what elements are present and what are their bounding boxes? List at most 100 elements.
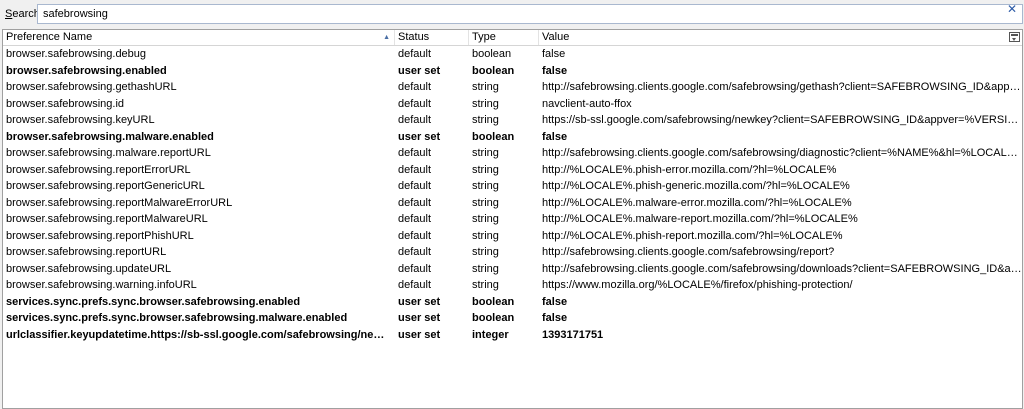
type-cell: string <box>472 81 499 93</box>
search-bar: Search: safebrowsing ✕ <box>0 0 1024 28</box>
table-row[interactable]: browser.safebrowsing.reportPhishURL defau… <box>3 228 1022 245</box>
search-input[interactable]: safebrowsing <box>37 4 1023 24</box>
preference-name-cell: browser.safebrowsing.malware.enabled <box>6 130 214 143</box>
table-row[interactable]: browser.safebrowsing.reportMalwareErrorU… <box>3 195 1022 212</box>
column-header-row: Preference Name ▲ Status Type Value <box>3 30 1022 46</box>
preference-name-cell: browser.safebrowsing.updateURL <box>6 262 172 275</box>
value-cell: http://%LOCALE%.phish-report.mozilla.com… <box>542 229 843 242</box>
value-cell: https://sb-ssl.google.com/safebrowsing/n… <box>542 114 1022 126</box>
table-row[interactable]: browser.safebrowsing.malware.reportURL de… <box>3 145 1022 162</box>
table-row[interactable]: browser.safebrowsing.reportURL default str… <box>3 244 1022 261</box>
status-cell: default <box>398 180 432 192</box>
value-cell: false <box>542 130 568 143</box>
column-header-type[interactable]: Type <box>469 30 539 45</box>
value-cell: http://safebrowsing.clients.google.com/s… <box>542 246 835 258</box>
type-cell: string <box>472 97 499 110</box>
value-cell: navclient-auto-ffox <box>542 97 632 110</box>
table-row[interactable]: browser.safebrowsing.updateURL default str… <box>3 261 1022 278</box>
status-cell: default <box>398 163 432 176</box>
type-cell: string <box>472 196 499 209</box>
table-row[interactable]: browser.safebrowsing.reportMalwareURL def… <box>3 211 1022 228</box>
type-cell: string <box>472 246 499 258</box>
status-cell: default <box>398 262 432 275</box>
preference-name-cell: services.sync.prefs.sync.browser.safebro… <box>6 312 348 324</box>
table-row[interactable]: browser.safebrowsing.keyURL default string… <box>3 112 1022 129</box>
preference-name-cell: urlclassifier.keyupdatetime.https://sb-s… <box>6 328 392 341</box>
status-cell: default <box>398 229 432 242</box>
preference-name-cell: browser.safebrowsing.malware.reportURL <box>6 147 211 159</box>
value-cell: false <box>542 312 568 324</box>
type-cell: boolean <box>472 312 515 324</box>
status-cell: default <box>398 213 432 225</box>
type-cell: boolean <box>472 48 512 60</box>
value-cell: http://%LOCALE%.phish-error.mozilla.com/… <box>542 163 837 176</box>
preference-name-cell: browser.safebrowsing.reportMalwareURL <box>6 213 208 225</box>
preference-name-cell: browser.safebrowsing.id <box>6 97 125 110</box>
preference-name-cell: browser.safebrowsing.reportGenericURL <box>6 180 205 192</box>
status-cell: default <box>398 81 432 93</box>
preference-name-cell: browser.safebrowsing.reportErrorURL <box>6 163 191 176</box>
table-row[interactable]: browser.safebrowsing.reportErrorURL defau… <box>3 162 1022 179</box>
status-cell: user set <box>398 328 441 341</box>
status-cell: default <box>398 114 432 126</box>
value-cell: http://%LOCALE%.phish-generic.mozilla.co… <box>542 180 850 192</box>
status-cell: default <box>398 48 432 60</box>
preference-name-cell: browser.safebrowsing.reportPhishURL <box>6 229 194 242</box>
preference-name-cell: browser.safebrowsing.enabled <box>6 64 167 77</box>
preference-name-cell: browser.safebrowsing.reportURL <box>6 246 167 258</box>
preference-name-cell: browser.safebrowsing.debug <box>6 48 147 60</box>
value-cell: http://safebrowsing.clients.google.com/s… <box>542 147 1022 159</box>
type-cell: boolean <box>472 130 515 143</box>
type-cell: string <box>472 229 499 242</box>
table-row[interactable]: browser.safebrowsing.id default string navc… <box>3 96 1022 113</box>
value-cell: http://%LOCALE%.malware-error.mozilla.co… <box>542 196 852 209</box>
table-row[interactable]: urlclassifier.keyupdatetime.https://sb-s… <box>3 327 1022 344</box>
status-cell: default <box>398 97 432 110</box>
table-row[interactable]: browser.safebrowsing.gethashURL default st… <box>3 79 1022 96</box>
preferences-list: browser.safebrowsing.debug default boolean… <box>3 46 1022 343</box>
status-cell: user set <box>398 64 441 77</box>
type-cell: string <box>472 114 499 126</box>
value-cell: false <box>542 64 568 77</box>
table-row[interactable]: services.sync.prefs.sync.browser.safebro… <box>3 310 1022 327</box>
type-cell: string <box>472 163 499 176</box>
preference-name-cell: browser.safebrowsing.reportMalwareErrorU… <box>6 196 233 209</box>
type-cell: boolean <box>472 64 515 77</box>
value-cell: false <box>542 295 568 308</box>
status-cell: default <box>398 147 432 159</box>
preference-name-cell: browser.safebrowsing.keyURL <box>6 114 155 126</box>
type-cell: string <box>472 147 499 159</box>
status-cell: user set <box>398 295 441 308</box>
type-cell: string <box>472 180 499 192</box>
table-row[interactable]: browser.safebrowsing.warning.infoURL defa… <box>3 277 1022 294</box>
preferences-tree[interactable]: Preference Name ▲ Status Type Value brow… <box>2 29 1023 409</box>
close-icon[interactable]: ✕ <box>1006 2 1018 16</box>
value-cell: http://%LOCALE%.malware-report.mozilla.c… <box>542 213 858 225</box>
value-cell: 1393171751 <box>542 328 604 341</box>
column-picker-icon[interactable] <box>1009 32 1020 42</box>
value-cell: false <box>542 48 566 60</box>
column-header-preference-name[interactable]: Preference Name ▲ <box>3 30 395 45</box>
status-cell: default <box>398 279 432 291</box>
status-cell: user set <box>398 130 441 143</box>
table-row[interactable]: browser.safebrowsing.malware.enabled user… <box>3 129 1022 146</box>
preference-name-cell: services.sync.prefs.sync.browser.safebro… <box>6 295 301 308</box>
value-cell: https://www.mozilla.org/%LOCALE%/firefox… <box>542 279 853 291</box>
table-row[interactable]: services.sync.prefs.sync.browser.safebro… <box>3 294 1022 311</box>
preference-name-cell: browser.safebrowsing.gethashURL <box>6 81 177 93</box>
table-row[interactable]: browser.safebrowsing.enabled user set bool… <box>3 63 1022 80</box>
status-cell: user set <box>398 312 441 324</box>
type-cell: boolean <box>472 295 515 308</box>
column-header-status[interactable]: Status <box>395 30 469 45</box>
preference-name-cell: browser.safebrowsing.warning.infoURL <box>6 279 197 291</box>
column-header-value[interactable]: Value <box>539 30 1001 45</box>
status-cell: default <box>398 246 432 258</box>
type-cell: string <box>472 213 499 225</box>
value-cell: http://safebrowsing.clients.google.com/s… <box>542 81 1022 93</box>
type-cell: integer <box>472 328 509 341</box>
value-cell: http://safebrowsing.clients.google.com/s… <box>542 262 1022 275</box>
type-cell: string <box>472 279 499 291</box>
table-row[interactable]: browser.safebrowsing.debug default boolean… <box>3 46 1022 63</box>
table-row[interactable]: browser.safebrowsing.reportGenericURL def… <box>3 178 1022 195</box>
status-cell: default <box>398 196 432 209</box>
